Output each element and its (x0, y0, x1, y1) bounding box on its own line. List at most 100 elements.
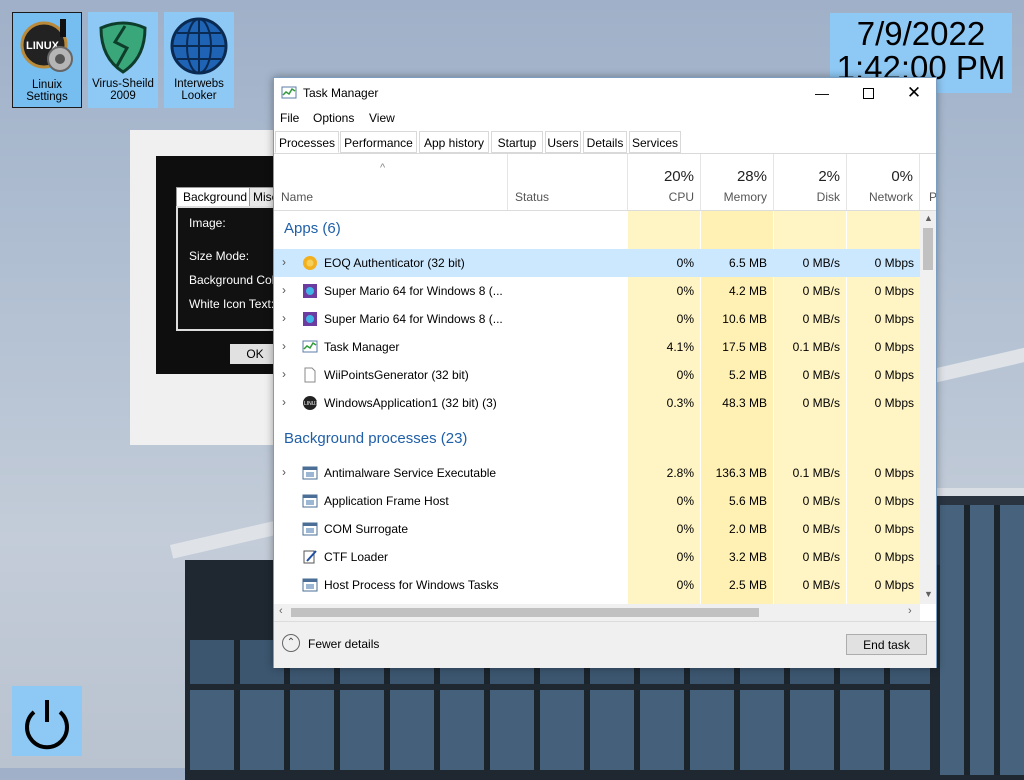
desktop-icon-virus-sheild[interactable]: Virus-Sheild 2009 (88, 12, 158, 108)
shield-icon (91, 16, 155, 76)
chevron-right-icon[interactable]: › (282, 339, 286, 353)
process-row[interactable]: COM Surrogate 0% 2.0 MB 0 MB/s 0 Mbps (274, 515, 920, 543)
menu-view[interactable]: View (369, 111, 395, 125)
menu-file[interactable]: File (280, 111, 299, 125)
process-memory: 10.6 MB (722, 312, 767, 326)
process-row[interactable]: › LINUX WindowsApplication1 (32 bit) (3) 0.… (274, 389, 920, 417)
tab-performance[interactable]: Performance (340, 131, 417, 153)
settings-tab-background[interactable]: Background (176, 187, 255, 207)
process-name: Host Process for Windows Tasks (324, 578, 499, 592)
process-network: 0 Mbps (874, 368, 914, 382)
memory-percent: 28% (736, 168, 767, 185)
task-manager-icon (302, 339, 318, 355)
menu-options[interactable]: Options (313, 111, 354, 125)
process-row[interactable]: CTF Loader 0% 3.2 MB 0 MB/s 0 Mbps (274, 543, 920, 571)
process-network: 0 Mbps (874, 396, 914, 410)
vertical-scrollbar[interactable]: ▲ ▼ (920, 211, 936, 604)
process-memory: 4.2 MB (728, 284, 767, 298)
process-disk: 0 MB/s (802, 256, 840, 270)
process-disk: 0 MB/s (802, 578, 840, 592)
memory-label: Memory (723, 190, 767, 204)
desktop-icon-label: Interwebs Looker (174, 78, 224, 102)
process-memory: 3.2 MB (728, 550, 767, 564)
vertical-scroll-thumb[interactable] (923, 228, 933, 270)
process-row[interactable]: › WiiPointsGenerator (32 bit) 0% 5.2 MB 0 MB… (274, 361, 920, 389)
desktop-icon-linuix-settings[interactable]: LINUX Linuix Settings (12, 12, 82, 108)
chevron-right-icon[interactable]: › (282, 367, 286, 381)
column-status-label: Status (515, 190, 550, 204)
tab-strip: Processes Performance App history Startu… (274, 130, 936, 154)
scroll-left-icon[interactable]: ‹ (279, 605, 283, 617)
process-memory: 2.5 MB (728, 578, 767, 592)
scroll-down-icon[interactable]: ▼ (924, 589, 933, 599)
tab-users[interactable]: Users (545, 131, 581, 153)
end-task-button[interactable]: End task (846, 634, 927, 655)
process-memory: 17.5 MB (722, 340, 767, 354)
tab-app-history[interactable]: App history (419, 131, 489, 153)
chevron-right-icon[interactable]: › (282, 283, 286, 297)
process-name: Application Frame Host (324, 494, 449, 508)
process-row[interactable]: › Super Mario 64 for Windows 8 (... 0% 10.6… (274, 305, 920, 333)
network-label: Network (868, 190, 913, 204)
chevron-right-icon[interactable]: › (282, 395, 286, 409)
menu-bar: File Options View (274, 108, 936, 130)
process-cpu: 0% (676, 550, 694, 564)
horizontal-scrollbar[interactable]: ‹ › (274, 604, 920, 621)
column-status[interactable]: Status (509, 154, 628, 210)
process-row[interactable]: Host Process for Windows Tasks 0% 2.5 MB 0 … (274, 571, 920, 599)
group-header: Apps (6) (274, 211, 920, 245)
column-memory[interactable]: 28% Memory (702, 154, 774, 210)
settings-tabs: Background Misc (176, 187, 286, 207)
column-name[interactable]: ^ Name (274, 154, 508, 210)
shield-badge-icon (302, 255, 318, 271)
column-disk[interactable]: 2% Disk (775, 154, 847, 210)
process-row[interactable]: › Antimalware Service Executable 2.8% 136.3… (274, 459, 920, 487)
process-network: 0 Mbps (874, 494, 914, 508)
desktop-icon-interwebs-looker[interactable]: Interwebs Looker (164, 12, 234, 108)
process-disk: 0 MB/s (802, 368, 840, 382)
tab-details[interactable]: Details (583, 131, 627, 153)
minimize-button[interactable]: — (799, 78, 845, 108)
chevron-right-icon[interactable]: › (282, 465, 286, 479)
column-power[interactable]: P (921, 154, 936, 210)
process-network: 0 Mbps (874, 284, 914, 298)
process-disk: 0 MB/s (802, 284, 840, 298)
power-button[interactable] (12, 686, 82, 756)
process-cpu: 0% (676, 284, 694, 298)
scroll-up-icon[interactable]: ▲ (924, 213, 933, 223)
process-name: Task Manager (324, 340, 400, 354)
close-button[interactable]: ✕ (891, 78, 937, 108)
scroll-right-icon[interactable]: › (908, 605, 912, 617)
column-header: ^ Name Status 20% CPU 28% Memory 2% Disk… (274, 154, 936, 211)
tab-services[interactable]: Services (629, 131, 681, 153)
process-row[interactable]: › Task Manager 4.1% 17.5 MB 0.1 MB/s 0 Mbps (274, 333, 920, 361)
process-row[interactable]: › EOQ Authenticator (32 bit) 0% 6.5 MB 0 MB/… (274, 249, 920, 277)
tab-startup[interactable]: Startup (491, 131, 543, 153)
horizontal-scroll-thumb[interactable] (291, 608, 759, 617)
process-name: Antimalware Service Executable (324, 466, 497, 480)
process-row[interactable]: › Super Mario 64 for Windows 8 (... 0% 4.2 … (274, 277, 920, 305)
process-network: 0 Mbps (874, 578, 914, 592)
column-cpu[interactable]: 20% CPU (629, 154, 701, 210)
globe-icon (167, 16, 231, 76)
chevron-up-icon[interactable]: ⌃ (282, 634, 300, 652)
process-network: 0 Mbps (874, 550, 914, 564)
document-icon (302, 367, 318, 383)
process-row[interactable]: Application Frame Host 0% 5.6 MB 0 MB/s 0 Mb… (274, 487, 920, 515)
maximize-button[interactable] (845, 78, 891, 108)
tab-processes[interactable]: Processes (275, 131, 339, 153)
chevron-right-icon[interactable]: › (282, 255, 286, 269)
column-network[interactable]: 0% Network (848, 154, 920, 210)
process-name: Super Mario 64 for Windows 8 (... (324, 312, 503, 326)
process-disk: 0.1 MB/s (792, 340, 840, 354)
process-cpu: 0% (676, 256, 694, 270)
process-cpu: 0% (676, 522, 694, 536)
process-disk: 0 MB/s (802, 312, 840, 326)
network-percent: 0% (891, 168, 913, 185)
chevron-right-icon[interactable]: › (282, 311, 286, 325)
title-bar[interactable]: Task Manager — ✕ (274, 78, 936, 108)
process-name: CTF Loader (324, 550, 389, 564)
process-memory: 136.3 MB (715, 466, 767, 480)
fewer-details-link[interactable]: Fewer details (308, 637, 379, 651)
window-icon (302, 521, 318, 537)
